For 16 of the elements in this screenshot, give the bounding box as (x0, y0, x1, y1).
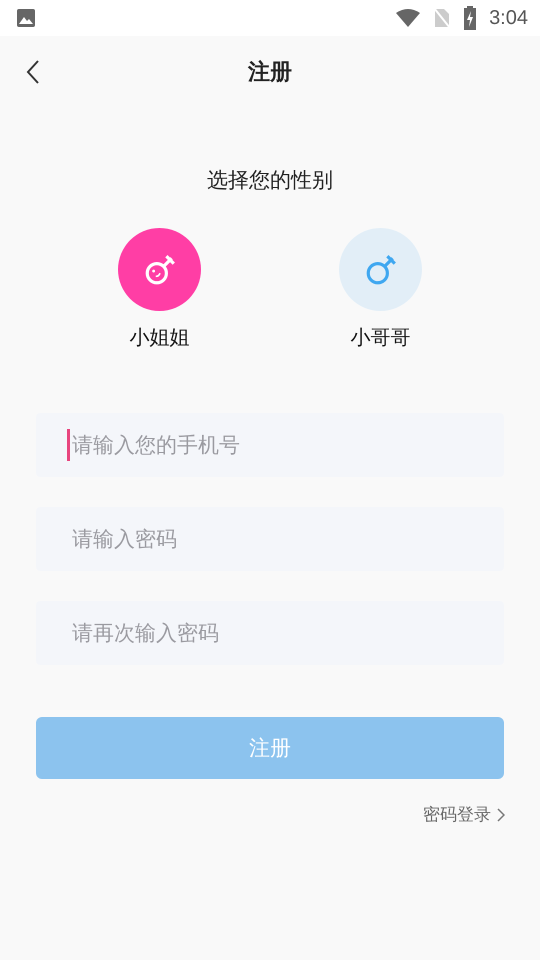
male-symbol-icon (364, 252, 398, 286)
no-sim-icon (433, 7, 452, 29)
input-field[interactable]: 请输入您的手机号 (36, 413, 504, 477)
clock-time: 3:04 (489, 6, 528, 30)
password-login-link[interactable]: 密码登录 (423, 803, 505, 826)
input-field[interactable]: 请再次输入密码 (36, 601, 504, 665)
input-field[interactable]: 请输入密码 (36, 507, 504, 571)
female-face-icon (142, 252, 176, 286)
wifi-icon (395, 8, 422, 28)
battery-charging-icon (463, 6, 478, 30)
gender-label: 小姐姐 (130, 324, 190, 351)
image-icon (16, 8, 36, 28)
page-title: 注册 (248, 59, 292, 87)
chevron-right-icon (497, 808, 505, 822)
gender-heading: 选择您的性别 (206, 167, 334, 194)
gender-label: 小哥哥 (350, 324, 410, 351)
